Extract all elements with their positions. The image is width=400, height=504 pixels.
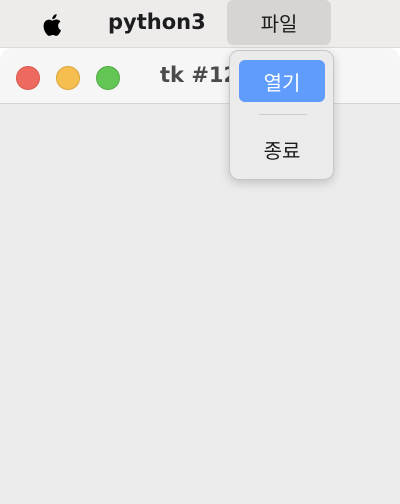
file-menu-button[interactable]: 파일	[227, 0, 331, 45]
file-menu-dropdown: 열기 종료	[229, 50, 334, 180]
menu-item-quit[interactable]: 종료	[239, 128, 325, 170]
close-window-button[interactable]	[16, 66, 40, 90]
menu-separator	[259, 114, 307, 115]
minimize-window-button[interactable]	[56, 66, 80, 90]
apple-logo-icon[interactable]	[39, 11, 67, 39]
window-titlebar[interactable]: tk #12	[0, 48, 400, 104]
window-title: tk #12	[160, 63, 239, 87]
menu-bar: python3 파일	[0, 0, 400, 48]
app-window: tk #12	[0, 48, 400, 504]
window-content-area	[0, 104, 400, 504]
menu-item-open[interactable]: 열기	[239, 60, 325, 102]
maximize-window-button[interactable]	[96, 66, 120, 90]
app-name-menu[interactable]: python3	[108, 10, 206, 34]
